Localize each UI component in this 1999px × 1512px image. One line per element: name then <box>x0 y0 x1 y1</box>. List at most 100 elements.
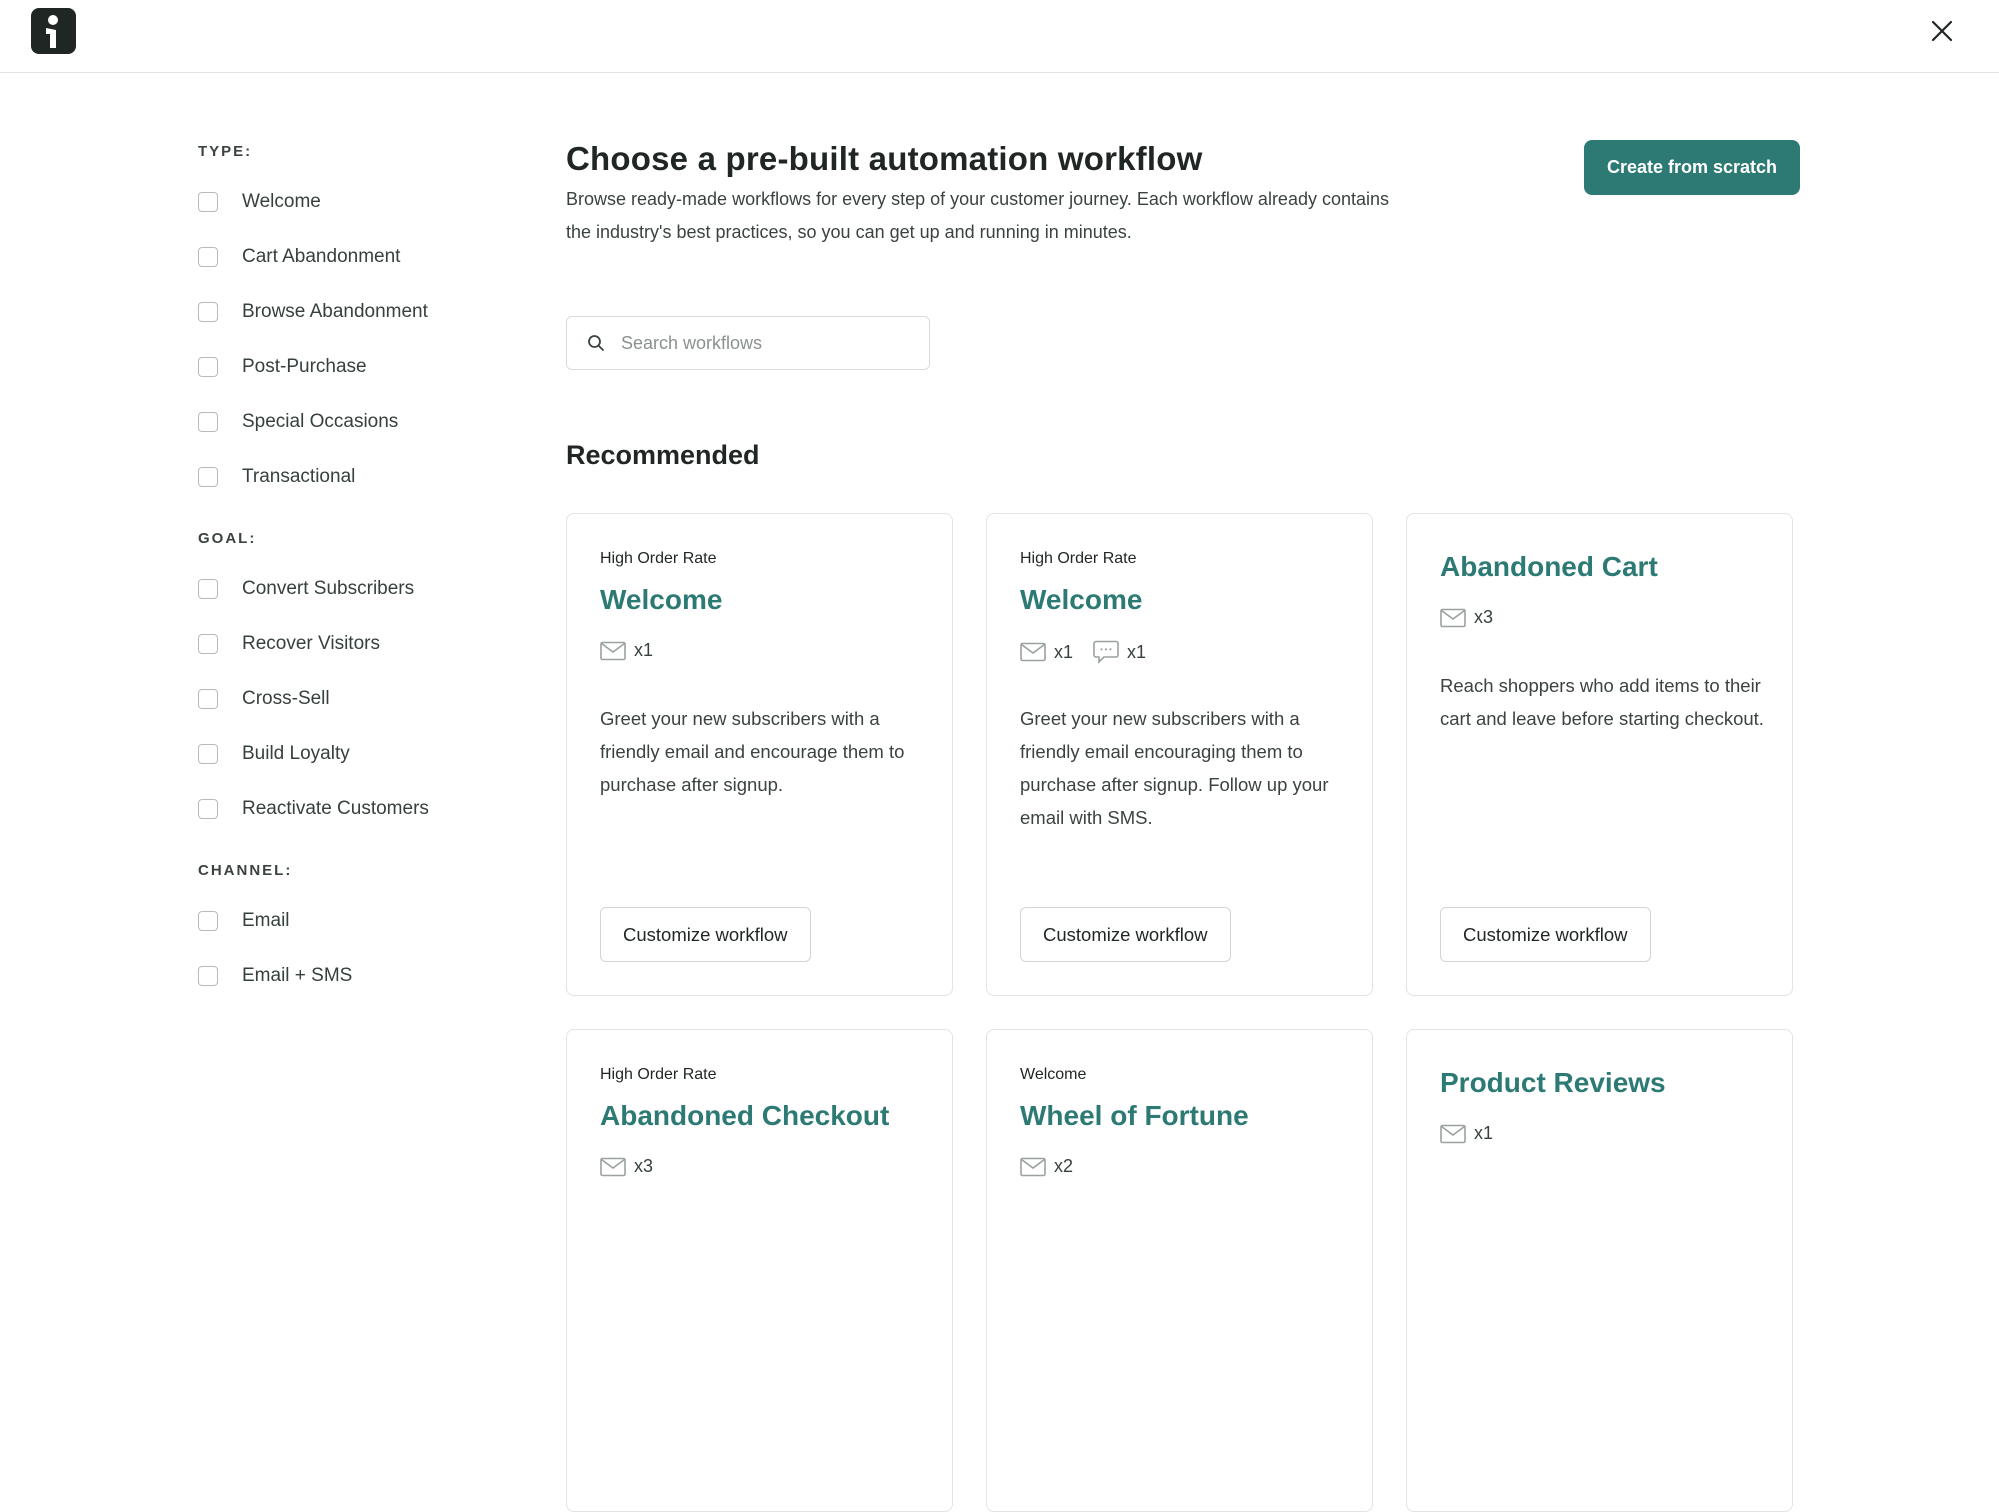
filter-label: Reactivate Customers <box>242 797 429 819</box>
filter-group-title: CHANNEL: <box>198 862 293 879</box>
card-title[interactable]: Abandoned Checkout <box>600 1100 889 1132</box>
checkbox[interactable] <box>198 466 218 487</box>
channel-email: x2 <box>1020 1156 1073 1177</box>
workflow-card: High Order Rate Abandoned Checkout x3 <box>566 1029 953 1512</box>
filter-label: Recover Visitors <box>242 632 380 654</box>
email-icon <box>1020 1157 1046 1176</box>
customize-workflow-button[interactable]: Customize workflow <box>1020 907 1231 962</box>
card-title[interactable]: Abandoned Cart <box>1440 551 1658 583</box>
card-tag: High Order Rate <box>600 1066 717 1083</box>
search-input[interactable] <box>619 331 913 355</box>
filter-item[interactable]: Convert Subscribers <box>198 561 518 616</box>
channel-count: x3 <box>1474 607 1494 627</box>
filter-item[interactable]: Welcome <box>198 174 518 229</box>
checkbox[interactable] <box>198 301 218 322</box>
checkbox[interactable] <box>198 411 218 432</box>
workflow-card: Abandoned Cart x3 Reach shoppers who add… <box>1406 513 1793 996</box>
customize-workflow-button[interactable]: Customize workflow <box>600 907 811 962</box>
card-channels: x3 <box>1440 607 1513 628</box>
workflow-card: Welcome Wheel of Fortune x2 <box>986 1029 1373 1512</box>
checkbox[interactable] <box>198 743 218 764</box>
filter-group-channel: CHANNEL: Email Email + SMS <box>198 861 518 1003</box>
email-icon <box>1440 1124 1466 1143</box>
workflow-card: Product Reviews x1 <box>1406 1029 1793 1512</box>
filter-label: Transactional <box>242 465 356 487</box>
filter-list: Convert Subscribers Recover Visitors Cro… <box>198 561 518 836</box>
channel-count: x1 <box>1054 641 1074 662</box>
checkbox[interactable] <box>198 798 218 819</box>
search-box[interactable] <box>566 316 930 370</box>
channel-sms: x1 <box>1093 640 1146 664</box>
email-icon <box>600 1157 626 1176</box>
filter-label: Convert Subscribers <box>242 577 415 599</box>
channel-email: x1 <box>600 640 653 661</box>
channel-count: x1 <box>1127 641 1147 662</box>
card-description: Reach shoppers who add items to their ca… <box>1440 675 1764 729</box>
filter-label: Cross-Sell <box>242 687 330 709</box>
top-bar <box>0 0 1999 73</box>
checkbox[interactable] <box>198 910 218 931</box>
card-channels: x1 x1 <box>1020 640 1166 664</box>
card-channels: x2 <box>1020 1156 1093 1177</box>
channel-email: x1 <box>1020 642 1073 663</box>
card-description: Greet your new subscribers with a friend… <box>1020 708 1329 828</box>
sms-icon <box>1093 640 1119 664</box>
checkbox[interactable] <box>198 688 218 709</box>
checkbox[interactable] <box>198 246 218 267</box>
checkbox[interactable] <box>198 633 218 654</box>
filter-label: Special Occasions <box>242 410 399 432</box>
filter-label: Browse Abandonment <box>242 300 428 322</box>
card-channels: x3 <box>600 1156 673 1177</box>
checkbox[interactable] <box>198 965 218 986</box>
card-channels: x1 <box>600 640 673 661</box>
channel-email: x1 <box>1440 1123 1493 1144</box>
channel-email: x3 <box>1440 607 1493 628</box>
card-tag: High Order Rate <box>1020 550 1137 567</box>
filter-item[interactable]: Email <box>198 893 518 948</box>
card-title[interactable]: Wheel of Fortune <box>1020 1100 1249 1132</box>
filter-group-title: TYPE: <box>198 143 253 160</box>
filter-label: Email <box>242 909 290 931</box>
channel-email: x3 <box>600 1156 653 1177</box>
filter-item[interactable]: Reactivate Customers <box>198 781 518 836</box>
email-icon <box>1020 642 1046 662</box>
channel-count: x2 <box>1054 1156 1074 1176</box>
filter-item[interactable]: Recover Visitors <box>198 616 518 671</box>
page-description: Browse ready-made workflows for every st… <box>566 189 1390 242</box>
filter-list: Welcome Cart Abandonment Browse Abandonm… <box>198 174 518 504</box>
card-title[interactable]: Product Reviews <box>1440 1067 1666 1099</box>
customize-workflow-button[interactable]: Customize workflow <box>1440 907 1651 962</box>
filter-label: Email + SMS <box>242 964 353 986</box>
card-tag: Welcome <box>1020 1066 1087 1083</box>
filter-item[interactable]: Cart Abandonment <box>198 229 518 284</box>
filter-item[interactable]: Transactional <box>198 449 518 504</box>
filter-item[interactable]: Browse Abandonment <box>198 284 518 339</box>
filter-item[interactable]: Post-Purchase <box>198 339 518 394</box>
filter-label: Cart Abandonment <box>242 245 401 267</box>
email-icon <box>600 641 626 660</box>
workflow-card: High Order Rate Welcome x1 Greet your ne… <box>566 513 953 996</box>
card-tag: High Order Rate <box>600 550 717 567</box>
filter-group-goal: GOAL: Convert Subscribers Recover Visito… <box>198 529 518 836</box>
card-title[interactable]: Welcome <box>1020 584 1142 616</box>
filter-item[interactable]: Cross-Sell <box>198 671 518 726</box>
section-title-recommended: Recommended <box>566 440 760 470</box>
checkbox[interactable] <box>198 578 218 599</box>
channel-count: x1 <box>634 640 654 660</box>
filter-item[interactable]: Build Loyalty <box>198 726 518 781</box>
filter-item[interactable]: Email + SMS <box>198 948 518 1003</box>
checkbox[interactable] <box>198 356 218 377</box>
checkbox[interactable] <box>198 191 218 212</box>
create-from-scratch-button[interactable]: Create from scratch <box>1584 140 1800 195</box>
brand-logo-icon[interactable] <box>31 8 76 54</box>
filter-label: Build Loyalty <box>242 742 350 764</box>
close-icon <box>1931 20 1953 42</box>
filter-group-title: GOAL: <box>198 530 257 547</box>
card-description: Greet your new subscribers with a friend… <box>600 708 905 795</box>
channel-count: x1 <box>1474 1123 1494 1143</box>
card-channels: x1 <box>1440 1123 1513 1144</box>
filter-label: Welcome <box>242 190 321 212</box>
card-title[interactable]: Welcome <box>600 584 722 616</box>
filter-item[interactable]: Special Occasions <box>198 394 518 449</box>
close-button[interactable] <box>1925 14 1959 48</box>
